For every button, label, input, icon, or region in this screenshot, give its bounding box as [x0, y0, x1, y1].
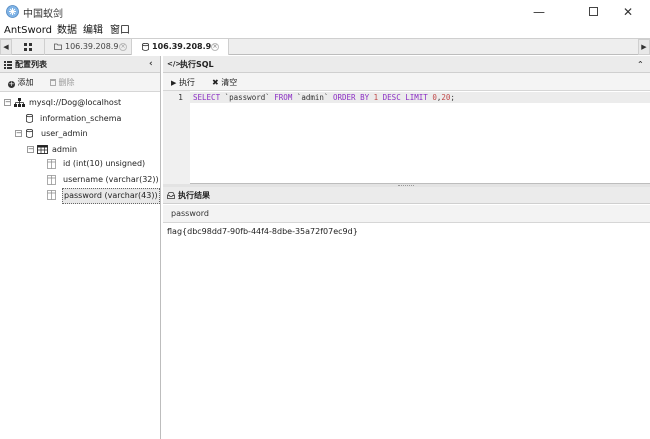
collapse-toggle-icon[interactable]: −: [27, 146, 34, 153]
collapse-left-icon[interactable]: ‹: [149, 56, 153, 73]
tab-label: 106.39.208.9: [65, 42, 119, 51]
execute-button-label: 执行: [178, 78, 195, 87]
tree-label: username (varchar(32)): [63, 175, 159, 184]
sql-token: SELECT: [193, 93, 221, 102]
grid-icon: [24, 43, 32, 51]
menu-edit[interactable]: 编辑: [83, 24, 103, 38]
collapse-toggle-icon[interactable]: −: [4, 99, 11, 106]
sql-token: ORDER BY: [332, 93, 370, 102]
minimize-button[interactable]: —: [517, 0, 561, 24]
splitter-grip: [398, 185, 414, 186]
tree-label: admin: [52, 145, 78, 154]
tab-label: 106.39.208.9: [152, 42, 212, 51]
column-header[interactable]: password: [171, 205, 209, 223]
menu-antsword[interactable]: AntSword: [4, 24, 52, 38]
database-icon: [26, 129, 33, 138]
sitemap-icon: [14, 98, 25, 107]
sql-token: ;: [450, 93, 455, 102]
table-icon: [37, 145, 48, 154]
result-table-header: password: [163, 205, 650, 223]
sql-code-line[interactable]: SELECT `password` FROM `admin` ORDER BY …: [193, 93, 455, 103]
trash-icon: [50, 79, 56, 86]
sql-editor[interactable]: 1 SELECT `password` FROM `admin` ORDER B…: [163, 91, 650, 184]
result-cell[interactable]: flag{dbc98dd7-90fb-44f4-8dbe-35a72f07ec9…: [167, 227, 358, 236]
title-bar: 中国蚁剑 — ✕: [0, 0, 650, 24]
plus-circle-icon: +: [8, 80, 15, 88]
tab-close-icon[interactable]: ×: [211, 43, 219, 51]
sql-token: `password`: [220, 93, 275, 102]
x-icon: ✖: [212, 78, 219, 87]
config-toolbar: + 添加 删除: [0, 73, 160, 92]
menu-bar: AntSword 数据 编辑 窗口: [0, 24, 650, 38]
execute-button[interactable]: ▶ 执行: [171, 75, 195, 90]
line-gutter: 1: [163, 91, 190, 184]
antsword-logo-icon: [6, 5, 19, 18]
database-icon: [142, 43, 149, 51]
inbox-icon: [167, 192, 175, 199]
tree-label: id (int(10) unsigned): [63, 159, 146, 168]
tab-home[interactable]: [12, 39, 45, 55]
column-icon: [47, 175, 56, 185]
sql-panel-header: </> 执行SQL ⌃: [163, 56, 650, 73]
tab-bar: ◀ 106.39.208.9 × 106.39.208.9 × ▶: [0, 38, 650, 55]
add-button-label: 添加: [17, 78, 34, 87]
sql-token: FROM: [274, 93, 293, 102]
menu-window[interactable]: 窗口: [110, 24, 130, 38]
panel-title: 配置列表: [15, 60, 47, 69]
tab-close-icon[interactable]: ×: [119, 43, 127, 51]
maximize-icon: [588, 7, 598, 16]
result-panel-header: 执行结果: [163, 187, 650, 204]
collapse-up-icon[interactable]: ⌃: [637, 56, 644, 73]
sql-token: `admin`: [292, 93, 333, 102]
config-list-panel: 配置列表 ‹ + 添加 删除 − mysql://Dog@localhost i…: [0, 56, 161, 439]
close-window-button[interactable]: ✕: [606, 0, 650, 24]
menu-data[interactable]: 数据: [57, 24, 77, 38]
delete-button[interactable]: 删除: [50, 75, 75, 90]
tab-scroll-right-icon[interactable]: ▶: [638, 39, 650, 55]
panel-title: 执行结果: [178, 191, 210, 200]
play-icon: ▶: [171, 79, 177, 87]
clear-button-label: 清空: [221, 78, 238, 87]
clear-button[interactable]: ✖ 清空: [212, 75, 237, 90]
column-icon: [47, 190, 56, 200]
sql-toolbar: ▶ 执行 ✖ 清空: [163, 73, 650, 91]
tab-shell-1[interactable]: 106.39.208.9 ×: [45, 39, 132, 55]
sql-panel: </> 执行SQL ⌃ ▶ 执行 ✖ 清空 1 SELECT `password…: [163, 56, 650, 184]
sql-token: DESC LIMIT: [382, 93, 428, 102]
tree-label: password (varchar(43)): [62, 188, 160, 204]
column-icon: [47, 159, 56, 169]
result-panel: 执行结果 password flag{dbc98dd7-90fb-44f4-8d…: [163, 187, 650, 439]
panel-title: 执行SQL: [180, 60, 214, 69]
delete-button-label: 删除: [58, 78, 75, 87]
tab-scroll-left-icon[interactable]: ◀: [0, 39, 12, 55]
folder-icon: [54, 43, 62, 50]
tab-shell-2[interactable]: 106.39.208.9 ×: [132, 39, 229, 55]
tree-label: information_schema: [40, 114, 122, 123]
tree-label: user_admin: [41, 129, 88, 138]
list-icon: [4, 61, 12, 69]
window-title: 中国蚁剑: [23, 9, 63, 20]
line-number: 1: [178, 93, 183, 102]
add-button[interactable]: + 添加: [8, 75, 34, 90]
config-list-header: 配置列表 ‹: [0, 56, 160, 73]
database-icon: [26, 114, 33, 123]
collapse-toggle-icon[interactable]: −: [15, 130, 22, 137]
tree-label: mysql://Dog@localhost: [29, 98, 122, 107]
